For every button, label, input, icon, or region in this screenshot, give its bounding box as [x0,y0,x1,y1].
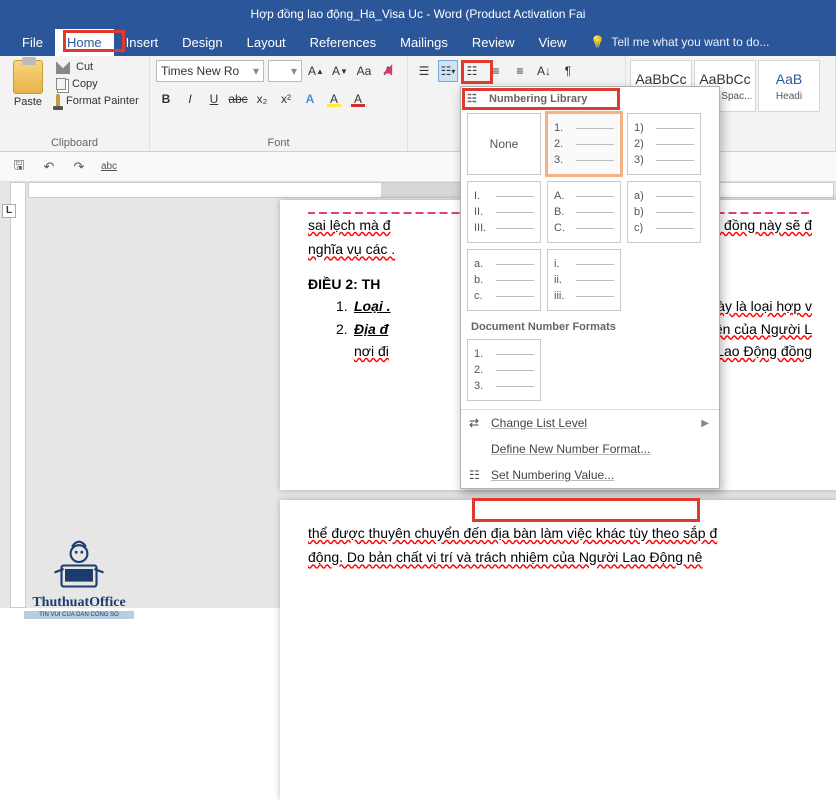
tab-layout[interactable]: Layout [235,29,298,56]
numbering-option-doc-decimal[interactable]: 1. 2. 3. [467,339,541,401]
italic-button[interactable]: I [180,88,200,110]
chevron-down-icon: ▾ [253,64,259,78]
numbering-option-none[interactable]: None [467,113,541,175]
style-heading1[interactable]: AaB Headi [758,60,820,112]
format-painter-button[interactable]: Format Painter [56,94,139,108]
subscript-button[interactable]: x₂ [252,88,272,110]
cut-button[interactable]: Cut [56,60,139,74]
save-button[interactable]: 🖫 [10,158,28,176]
paste-icon [13,60,43,94]
bullets-button[interactable]: ☰ [414,60,434,82]
group-clipboard: Paste Cut Copy Format Painter Clipboard [0,56,150,151]
spellcheck-button[interactable]: abc [100,158,118,176]
numbering-option-alpha-upper[interactable]: A. B. C. [547,181,621,243]
change-case-button[interactable]: Aa [354,60,374,82]
tell-me-placeholder: Tell me what you want to do... [611,35,769,49]
group-font: Times New Ro ▾ ▾ A▲ A▼ Aa A◢ B I U abc x₂… [150,56,408,151]
logo-icon [44,532,114,592]
logo-text: ThuthuatOffice [24,595,134,611]
tab-view[interactable]: View [526,29,578,56]
set-numbering-value-label: Set Numbering Value... [491,468,614,482]
change-list-level-label: Change List Level [491,416,587,430]
numbering-option-decimal[interactable]: 1. 2. 3. [547,113,621,175]
document-page-2[interactable]: thể được thuyên chuyển đến địa bàn làm v… [280,500,836,800]
tab-references[interactable]: References [298,29,388,56]
font-size-combo[interactable]: ▾ [268,60,302,82]
style-sample: AaBbCc [635,71,686,87]
font-name-combo[interactable]: Times New Ro ▾ [156,60,264,82]
doc-line: sai lệch mà đ [308,217,390,233]
sort-button[interactable]: A↓ [534,60,554,82]
grow-font-button[interactable]: A▲ [306,60,326,82]
cut-icon [56,60,70,74]
cut-label: Cut [76,61,93,73]
numbering-option-alpha-lower-dot[interactable]: a. b. c. [467,249,541,311]
clipboard-group-label: Clipboard [6,135,143,149]
style-head1-label: Headi [776,91,802,102]
redo-button[interactable]: ↷ [70,158,88,176]
define-new-number-format-item[interactable]: Define New Number Format... [461,436,719,462]
superscript-button[interactable]: x² [276,88,296,110]
tab-mailings[interactable]: Mailings [388,29,460,56]
chevron-right-icon: ▶ [701,418,709,429]
increase-indent-button[interactable]: ≡ [510,60,530,82]
numbering-dropdown-panel: ☷ Numbering Library None 1. 2. 3. 1) 2) … [460,86,720,489]
title-bar: Hợp đồng lao động_Ha_Visa Uc - Word (Pro… [0,0,836,28]
document-number-formats-header: Document Number Formats [461,315,719,335]
tab-review[interactable]: Review [460,29,527,56]
undo-button[interactable]: ↶ [40,158,58,176]
numbering-option-roman-lower[interactable]: i. ii. iii. [547,249,621,311]
copy-icon [56,78,66,90]
decrease-indent-button[interactable]: ≡ [486,60,506,82]
ribbon-tabs: File Home Insert Design Layout Reference… [0,28,836,56]
multilevel-list-button[interactable]: ☷ [462,60,482,82]
strikethrough-button[interactable]: abc [228,88,248,110]
brush-icon [56,94,60,108]
numbering-library-label: Numbering Library [489,93,587,105]
tab-file[interactable]: File [10,29,55,56]
document-title: Hợp đồng lao động_Ha_Visa Uc - Word (Pro… [251,7,586,21]
numbering-option-alpha-lower-paren[interactable]: a) b) c) [627,181,701,243]
clear-formatting-button[interactable]: A◢ [378,60,398,82]
numbering-option-decimal-paren[interactable]: 1) 2) 3) [627,113,701,175]
doc-line: động. Do bản chất vị trí và trách nhiệm … [308,549,702,565]
change-list-level-item[interactable]: ⇄ Change List Level ▶ [461,410,719,436]
font-name-value: Times New Ro [161,64,239,78]
numbering-option-roman-upper[interactable]: I. II. III. [467,181,541,243]
format-painter-label: Format Painter [66,95,139,107]
text-effects-button[interactable]: A [300,88,320,110]
level-icon: ⇄ [469,416,483,430]
underline-button[interactable]: U [204,88,224,110]
bulb-icon [590,35,605,49]
list-icon: ☷ [467,92,477,105]
tab-selector[interactable]: L [2,204,16,218]
doc-line: thể được thuyên chuyển đến địa bàn làm v… [308,525,717,541]
numbering-library-header: ☷ Numbering Library [461,87,719,109]
chevron-down-icon: ▾ [291,64,297,78]
style-sample: AaBbCc [699,71,750,87]
paste-button[interactable]: Paste [6,60,50,108]
font-color-button[interactable]: A [348,88,368,110]
doc-line: nghĩa vụ các . [308,241,395,257]
none-label: None [490,137,519,151]
numbering-button[interactable]: ☷▾ [438,60,458,82]
tab-insert[interactable]: Insert [114,29,171,56]
logo-subtitle: TIN VUI CUA DAN CONG SO [24,611,134,619]
watermark-logo: ThuthuatOffice TIN VUI CUA DAN CONG SO [24,532,134,619]
tell-me-search[interactable]: Tell me what you want to do... [590,35,769,49]
shrink-font-button[interactable]: A▼ [330,60,350,82]
copy-label: Copy [72,78,98,90]
font-group-label: Font [156,135,401,149]
highlight-button[interactable]: A [324,88,344,110]
bold-button[interactable]: B [156,88,176,110]
value-icon: ☷ [469,468,483,482]
show-marks-button[interactable]: ¶ [558,60,578,82]
tab-home[interactable]: Home [55,29,114,56]
set-numbering-value-item[interactable]: ☷ Set Numbering Value... [461,462,719,488]
define-new-label: Define New Number Format... [491,442,650,456]
paste-label: Paste [14,96,42,108]
copy-button[interactable]: Copy [56,78,139,90]
style-sample: AaB [776,71,802,87]
tab-design[interactable]: Design [170,29,234,56]
